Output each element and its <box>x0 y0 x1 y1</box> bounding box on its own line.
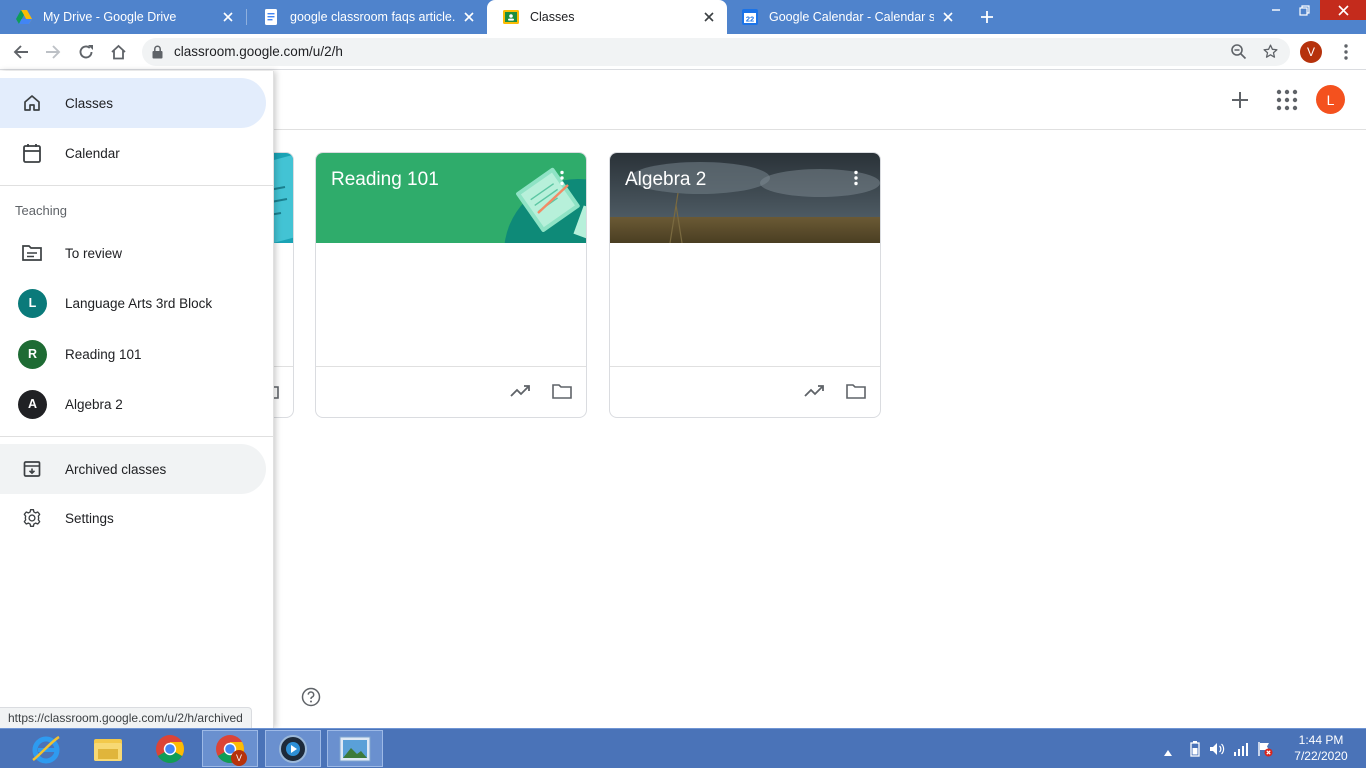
field-sky-photo <box>610 153 880 244</box>
nav-label: To review <box>65 245 123 261</box>
reload-button[interactable] <box>74 40 98 64</box>
class-card-banner <box>610 153 880 244</box>
nav-item-calendar[interactable]: Calendar <box>0 128 266 178</box>
chrome-taskbar-icon[interactable] <box>142 730 198 767</box>
class-card-footer <box>316 366 586 417</box>
media-app-icon[interactable] <box>265 730 321 767</box>
tab-title: Classes <box>530 10 575 24</box>
nav-item-settings[interactable]: Settings <box>0 493 266 543</box>
clock-time: 1:44 PM <box>1298 733 1344 747</box>
chrome-profile-taskbar-icon[interactable]: V <box>202 730 258 767</box>
minimize-button[interactable] <box>1264 0 1288 20</box>
clock-date: 7/22/2020 <box>1294 749 1348 763</box>
class-card-algebra-2[interactable]: Algebra 2 <box>609 152 881 418</box>
google-apps-icon[interactable] <box>1276 89 1298 116</box>
calendar-icon: 22 <box>742 9 758 25</box>
trending-up-icon[interactable] <box>804 383 824 404</box>
tab-title: My Drive - Google Drive <box>43 10 177 24</box>
nav-label: Classes <box>65 95 114 111</box>
tab-my-drive[interactable]: My Drive - Google Drive <box>0 0 246 34</box>
drawer-divider <box>0 436 274 437</box>
chrome-menu-icon[interactable] <box>1334 40 1358 64</box>
chrome-profile-avatar[interactable]: V <box>1300 41 1322 63</box>
archive-icon <box>20 457 44 481</box>
new-tab-button[interactable] <box>975 5 999 29</box>
account-avatar[interactable]: L <box>1316 85 1345 114</box>
tab-classes[interactable]: Classes <box>487 0 727 34</box>
nav-label: Algebra 2 <box>65 396 123 412</box>
calendar-icon <box>20 141 44 165</box>
nav-label: Archived classes <box>65 461 167 477</box>
create-join-class-icon[interactable] <box>1228 88 1252 117</box>
more-options-icon[interactable] <box>848 170 864 186</box>
calendar-favicon-day: 22 <box>746 15 754 24</box>
navigation-drawer: Classes Calendar Teaching To review L La… <box>0 71 274 728</box>
action-center-flag-icon[interactable] <box>1257 741 1273 762</box>
tab-google-calendar[interactable]: 22 Google Calendar - Calendar settings <box>726 0 966 34</box>
browser-tab-strip: My Drive - Google Drive google classroom… <box>0 0 1366 34</box>
windows-taskbar: V 1:44 PM 7/22/2020 <box>0 728 1366 768</box>
class-avatar: L <box>18 288 47 318</box>
help-icon[interactable] <box>301 687 321 712</box>
nav-item-reading-101[interactable]: R Reading 101 <box>0 329 266 379</box>
profile-badge: V <box>231 750 247 766</box>
class-card-title[interactable]: Reading 101 <box>331 169 439 191</box>
tab-title: Google Calendar - Calendar settings <box>769 10 934 24</box>
nav-item-to-review[interactable]: To review <box>0 228 266 278</box>
link-status-bubble: https://classroom.google.com/u/2/h/archi… <box>0 707 252 728</box>
lock-icon[interactable] <box>152 45 163 64</box>
docs-icon <box>263 9 279 25</box>
nav-label: Language Arts 3rd Block <box>65 295 213 311</box>
home-button[interactable] <box>106 40 130 64</box>
class-card-reading-101[interactable]: Reading 101 <box>315 152 587 418</box>
folder-icon[interactable] <box>846 383 866 404</box>
photos-app-icon[interactable] <box>327 730 383 767</box>
tab-title: google classroom faqs article.docx <box>290 10 455 24</box>
more-options-icon[interactable] <box>554 170 570 186</box>
trending-up-icon[interactable] <box>510 383 530 404</box>
volume-icon[interactable] <box>1209 741 1225 762</box>
to-review-icon <box>20 241 44 265</box>
back-button[interactable] <box>9 40 33 64</box>
nav-item-classes[interactable]: Classes <box>0 78 266 128</box>
nav-item-language-arts[interactable]: L Language Arts 3rd Block <box>0 278 266 328</box>
class-card-footer <box>610 366 880 417</box>
battery-icon[interactable] <box>1190 741 1200 762</box>
show-hidden-icons-icon[interactable] <box>1163 744 1173 762</box>
zoom-icon[interactable] <box>1230 43 1247 65</box>
url-text[interactable]: classroom.google.com/u/2/h <box>174 44 343 59</box>
bookmark-star-icon[interactable] <box>1262 43 1279 65</box>
books-illustration <box>504 167 586 327</box>
class-card-banner <box>316 153 586 327</box>
class-card-title[interactable]: Algebra 2 <box>625 169 706 191</box>
folder-icon[interactable] <box>552 383 572 404</box>
forward-button[interactable] <box>41 40 65 64</box>
internet-explorer-icon[interactable] <box>18 730 74 767</box>
home-icon <box>20 91 44 115</box>
close-tab-icon[interactable] <box>940 9 956 25</box>
file-explorer-icon[interactable] <box>80 730 136 767</box>
close-window-button[interactable] <box>1320 0 1366 20</box>
address-bar[interactable]: classroom.google.com/u/2/h <box>142 38 1290 66</box>
network-signal-icon[interactable] <box>1233 741 1249 762</box>
taskbar-clock[interactable]: 1:44 PM 7/22/2020 <box>1284 732 1358 764</box>
teaching-heading: Teaching <box>15 203 68 218</box>
restore-button[interactable] <box>1292 0 1316 20</box>
close-tab-icon[interactable] <box>701 9 717 25</box>
classroom-icon <box>503 9 519 25</box>
class-avatar: A <box>18 389 47 419</box>
nav-label: Settings <box>65 510 114 526</box>
gear-icon <box>20 506 44 530</box>
browser-toolbar: classroom.google.com/u/2/h V <box>0 34 1366 70</box>
close-tab-icon[interactable] <box>220 9 236 25</box>
nav-item-algebra-2[interactable]: A Algebra 2 <box>0 379 266 429</box>
class-avatar: R <box>18 339 47 369</box>
nav-item-archived-classes[interactable]: Archived classes <box>0 444 266 494</box>
close-tab-icon[interactable] <box>461 9 477 25</box>
nav-label: Reading 101 <box>65 346 142 362</box>
drawer-divider <box>0 185 274 186</box>
tab-classroom-faqs-doc[interactable]: google classroom faqs article.docx <box>247 0 487 34</box>
drive-icon <box>16 9 32 25</box>
nav-label: Calendar <box>65 145 120 161</box>
